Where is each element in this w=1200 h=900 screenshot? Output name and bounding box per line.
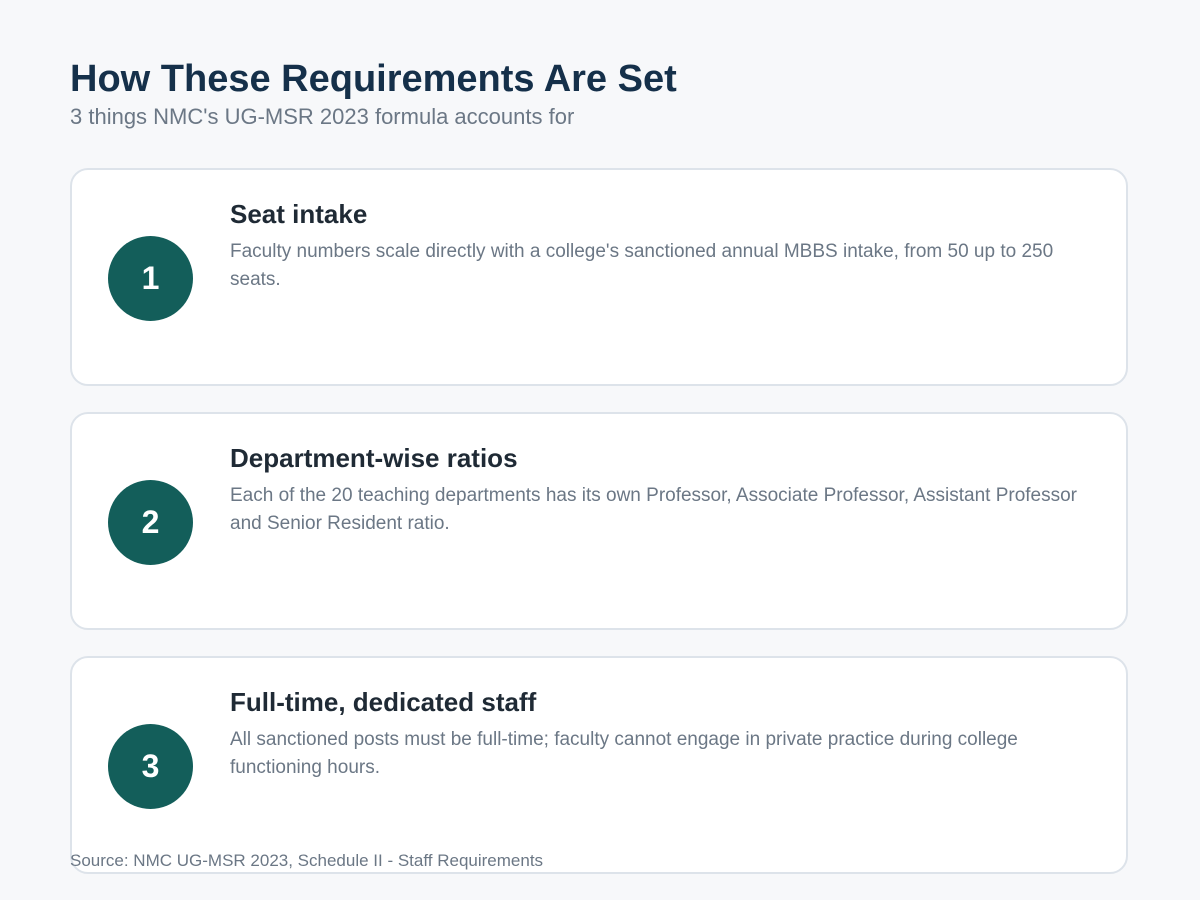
step-number-badge: 2 <box>108 480 193 565</box>
requirement-card-full-time-staff: 3 Full-time, dedicated staff All sanctio… <box>70 656 1128 874</box>
card-title: Seat intake <box>230 199 368 229</box>
card-title: Department-wise ratios <box>230 443 518 473</box>
step-number-badge: 1 <box>108 236 193 321</box>
card-description: All sanctioned posts must be full-time; … <box>230 729 1018 778</box>
card-title: Full-time, dedicated staff <box>230 687 537 717</box>
step-number-badge: 3 <box>108 724 193 809</box>
page-title: How These Requirements Are Set <box>70 58 677 100</box>
requirement-card-seat-intake: 1 Seat intake Faculty numbers scale dire… <box>70 168 1128 386</box>
page-subtitle: 3 things NMC's UG-MSR 2023 formula accou… <box>70 104 575 129</box>
requirement-card-department-ratios: 2 Department-wise ratios Each of the 20 … <box>70 412 1128 630</box>
card-description: Each of the 20 teaching departments has … <box>230 485 1078 534</box>
card-description: Faculty numbers scale directly with a co… <box>230 241 1054 290</box>
source-note: Source: NMC UG-MSR 2023, Schedule II - S… <box>70 851 544 870</box>
